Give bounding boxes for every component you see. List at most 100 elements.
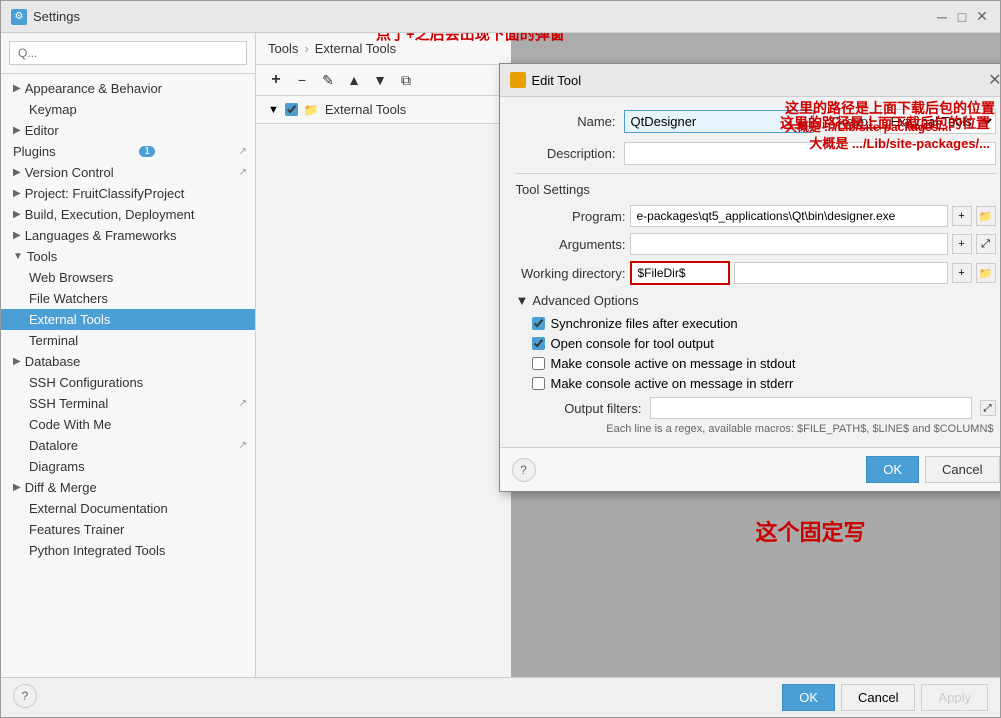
add-tool-button[interactable]: + <box>264 69 288 91</box>
group-select[interactable]: External Tools <box>880 109 996 134</box>
name-input[interactable] <box>624 110 814 133</box>
close-button[interactable]: ✕ <box>974 9 990 25</box>
sidebar-item-label: Python Integrated Tools <box>29 543 165 558</box>
advanced-toggle[interactable]: ▼ Advanced Options <box>516 293 996 308</box>
tool-settings-section: Tool Settings Program: + 📁 Arguments: <box>516 173 996 285</box>
program-row: Program: + 📁 <box>516 205 996 227</box>
arguments-input[interactable] <box>630 233 948 255</box>
search-input[interactable] <box>9 41 247 65</box>
sidebar-item-code-with-me[interactable]: Code With Me <box>1 414 255 435</box>
sidebar-item-label: SSH Configurations <box>29 375 143 390</box>
remove-tool-button[interactable]: − <box>290 69 314 91</box>
modal-help-button[interactable]: ? <box>512 458 536 482</box>
sidebar-item-label: File Watchers <box>29 291 108 306</box>
sync-files-checkbox[interactable] <box>532 317 545 330</box>
sidebar-item-file-watchers[interactable]: File Watchers <box>1 288 255 309</box>
sidebar-item-tools[interactable]: ▼ Tools <box>1 246 255 267</box>
search-box <box>1 33 255 74</box>
external-link-icon: ↗ <box>239 440 247 451</box>
help-button[interactable]: ? <box>13 684 37 708</box>
modal-close-button[interactable]: ✕ <box>988 70 1000 90</box>
sidebar-item-terminal[interactable]: Terminal <box>1 330 255 351</box>
working-dir-row: Working directory: + 📁 <box>516 261 996 285</box>
sidebar: ▶ Appearance & Behavior Keymap ▶ Editor … <box>1 33 256 677</box>
arguments-add-btn[interactable]: + <box>952 234 972 254</box>
sidebar-item-keymap[interactable]: Keymap <box>1 99 255 120</box>
sidebar-item-datalore[interactable]: Datalore ↗ <box>1 435 255 456</box>
active-stderr-label: Make console active on message in stderr <box>551 376 794 391</box>
sidebar-item-web-browsers[interactable]: Web Browsers <box>1 267 255 288</box>
sidebar-item-ssh-config[interactable]: SSH Configurations <box>1 372 255 393</box>
open-console-checkbox[interactable] <box>532 337 545 350</box>
sidebar-item-database[interactable]: ▶ Database <box>1 351 255 372</box>
advanced-arrow-icon: ▼ <box>516 293 529 308</box>
right-panel: Tools › External Tools + − ✎ ▲ ▼ ⧉ ▼ 📁 E… <box>256 33 1000 677</box>
apply-button[interactable]: Apply <box>921 684 988 711</box>
modal-title-bar: Edit Tool ✕ <box>500 64 1001 97</box>
modal-cancel-button[interactable]: Cancel <box>925 456 999 483</box>
working-dir-browse-btn[interactable]: 📁 <box>976 263 996 283</box>
modal-title-label: Edit Tool <box>532 73 582 88</box>
sidebar-item-languages[interactable]: ▶ Languages & Frameworks <box>1 225 255 246</box>
sidebar-item-label: Tools <box>27 249 57 264</box>
program-input[interactable] <box>630 205 948 227</box>
output-expand-btn[interactable]: ⤢ <box>980 400 996 416</box>
working-dir-add-btn[interactable]: + <box>952 263 972 283</box>
description-label: Description: <box>516 146 616 161</box>
sidebar-item-build[interactable]: ▶ Build, Execution, Deployment <box>1 204 255 225</box>
breadcrumb-external-tools: External Tools <box>315 41 396 56</box>
modal-btn-group: OK Cancel <box>866 456 999 483</box>
minimize-button[interactable]: ─ <box>934 9 950 25</box>
output-filters-row: Output filters: ⤢ <box>532 397 996 419</box>
sidebar-item-external-doc[interactable]: External Documentation <box>1 498 255 519</box>
sidebar-item-label: Languages & Frameworks <box>25 228 177 243</box>
modal-ok-button[interactable]: OK <box>866 456 919 483</box>
maximize-button[interactable]: □ <box>954 9 970 25</box>
active-stdout-checkbox[interactable] <box>532 357 545 370</box>
cancel-button[interactable]: Cancel <box>841 684 915 711</box>
advanced-section: ▼ Advanced Options Synchronize files aft… <box>516 293 996 435</box>
sidebar-item-editor[interactable]: ▶ Editor <box>1 120 255 141</box>
description-input[interactable] <box>624 142 996 165</box>
sidebar-item-ssh-terminal[interactable]: SSH Terminal ↗ <box>1 393 255 414</box>
sidebar-item-project[interactable]: ▶ Project: FruitClassifyProject <box>1 183 255 204</box>
edit-tool-modal: Edit Tool ✕ Name: Group: External Tools <box>499 63 1001 492</box>
sidebar-item-label: Database <box>25 354 81 369</box>
modal-footer: ? OK Cancel <box>500 447 1001 491</box>
tree-item-label: External Tools <box>325 102 406 117</box>
move-down-button[interactable]: ▼ <box>368 69 392 91</box>
program-browse-btn[interactable]: 📁 <box>976 206 996 226</box>
sidebar-item-label: Plugins <box>13 144 56 159</box>
sidebar-item-python-tools[interactable]: Python Integrated Tools <box>1 540 255 561</box>
arrow-icon: ▼ <box>13 251 23 262</box>
window-title: Settings <box>33 9 80 24</box>
arrow-icon: ▶ <box>13 188 21 199</box>
arrow-icon: ▶ <box>13 482 21 493</box>
ok-button[interactable]: OK <box>782 684 835 711</box>
active-stderr-checkbox[interactable] <box>532 377 545 390</box>
move-up-button[interactable]: ▲ <box>342 69 366 91</box>
macro-hint: Each line is a regex, available macros: … <box>532 423 996 435</box>
sidebar-item-features-trainer[interactable]: Features Trainer <box>1 519 255 540</box>
tool-settings-label: Tool Settings <box>516 182 996 197</box>
sidebar-item-label: Datalore <box>29 438 78 453</box>
sidebar-item-label: Appearance & Behavior <box>25 81 162 96</box>
sidebar-item-diff-merge[interactable]: ▶ Diff & Merge <box>1 477 255 498</box>
sidebar-item-plugins[interactable]: Plugins 1 ↗ <box>1 141 255 162</box>
sidebar-item-label: Build, Execution, Deployment <box>25 207 195 222</box>
copy-tool-button[interactable]: ⧉ <box>394 69 418 91</box>
nav-tree: ▶ Appearance & Behavior Keymap ▶ Editor … <box>1 74 255 677</box>
working-dir-rest[interactable] <box>734 262 948 284</box>
tree-checkbox[interactable] <box>285 103 298 116</box>
arguments-expand-btn[interactable]: ⤢ <box>976 234 996 254</box>
sidebar-item-label: Code With Me <box>29 417 111 432</box>
sidebar-item-appearance[interactable]: ▶ Appearance & Behavior <box>1 78 255 99</box>
program-add-btn[interactable]: + <box>952 206 972 226</box>
tree-expand-icon[interactable]: ▼ <box>268 104 279 116</box>
edit-tool-button[interactable]: ✎ <box>316 69 340 91</box>
sidebar-item-diagrams[interactable]: Diagrams <box>1 456 255 477</box>
sidebar-item-version-control[interactable]: ▶ Version Control ↗ <box>1 162 255 183</box>
output-filters-input[interactable] <box>650 397 972 419</box>
working-dir-input[interactable] <box>630 261 730 285</box>
sidebar-item-external-tools[interactable]: External Tools <box>1 309 255 330</box>
